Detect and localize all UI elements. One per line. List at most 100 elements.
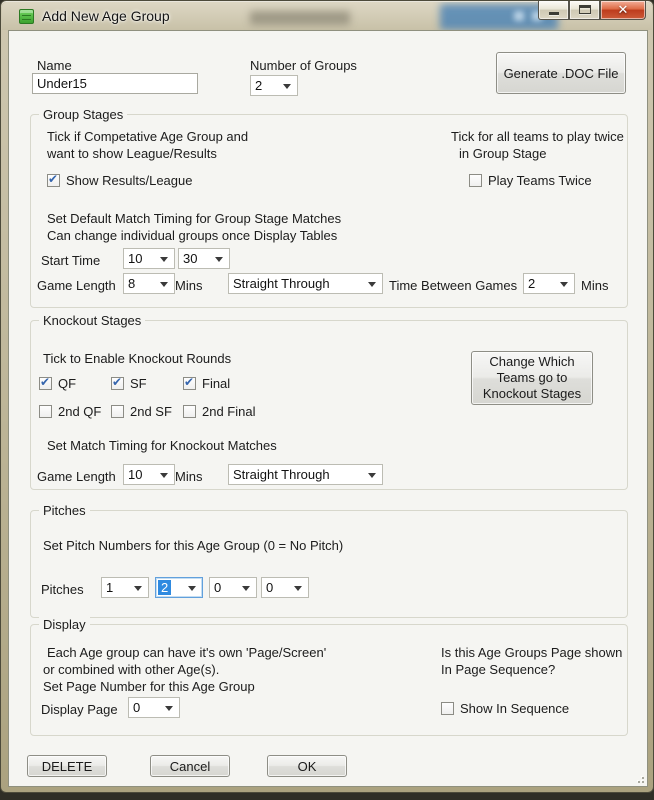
combo-value: Straight Through — [229, 276, 330, 291]
checkbox-label: Show In Sequence — [460, 701, 569, 716]
checkbox-label: Show Results/League — [66, 173, 192, 188]
combo-value: 8 — [124, 276, 135, 291]
display-hint-1: Each Age group can have it's own 'Page/S… — [47, 645, 326, 660]
combo-value: 10 — [124, 467, 142, 482]
display-right-hint-2: In Page Sequence? — [441, 662, 555, 677]
display-hint-3: Set Page Number for this Age Group — [43, 679, 255, 694]
mins-label: Mins — [581, 278, 608, 293]
knockout-enable-hint: Tick to Enable Knockout Rounds — [43, 351, 231, 366]
start-hour-select[interactable]: 10 — [123, 248, 175, 269]
mins-label: Mins — [175, 469, 202, 484]
group-stages-right-hint-1: Tick for all teams to play twice — [451, 129, 624, 144]
checkbox-label: SF — [130, 376, 147, 391]
group-play-mode-select[interactable]: Straight Through — [228, 273, 383, 294]
dropdown-arrow-icon — [165, 706, 173, 711]
checkbox-icon — [111, 377, 124, 390]
checkbox-icon — [183, 377, 196, 390]
combo-value: 1 — [102, 580, 113, 595]
knockout-play-mode-select[interactable]: Straight Through — [228, 464, 383, 485]
play-teams-twice-checkbox[interactable]: Play Teams Twice — [469, 173, 592, 188]
dropdown-arrow-icon — [368, 282, 376, 287]
group-stages-right-hint-2: in Group Stage — [459, 146, 546, 161]
delete-button[interactable]: DELETE — [27, 755, 107, 777]
group-game-length-select[interactable]: 8 — [123, 273, 175, 294]
checkbox-label: Play Teams Twice — [488, 173, 592, 188]
final-checkbox[interactable]: Final — [183, 376, 230, 391]
checkbox-icon — [183, 405, 196, 418]
group-stages-left-hint-1: Tick if Competative Age Group and — [47, 129, 248, 144]
ok-button[interactable]: OK — [267, 755, 347, 777]
show-results-checkbox[interactable]: Show Results/League — [47, 173, 192, 188]
app-icon — [19, 9, 34, 24]
game-length-label: Game Length — [37, 469, 116, 484]
checkbox-icon — [39, 377, 52, 390]
sf-checkbox[interactable]: SF — [111, 376, 147, 391]
checkbox-icon — [469, 174, 482, 187]
pitch-4-select[interactable]: 0 — [261, 577, 309, 598]
pitch-2-select[interactable]: 2 — [155, 577, 203, 598]
pitch-3-select[interactable]: 0 — [209, 577, 257, 598]
game-length-label: Game Length — [37, 278, 116, 293]
group-timing-hint-1: Set Default Match Timing for Group Stage… — [47, 211, 341, 226]
second-sf-checkbox[interactable]: 2nd SF — [111, 404, 172, 419]
name-input[interactable] — [32, 73, 198, 94]
background-window-blur — [250, 11, 350, 25]
dropdown-arrow-icon — [160, 282, 168, 287]
display-page-select[interactable]: 0 — [128, 697, 180, 718]
dialog-client-area: Name Number of Groups 2 Generate .DOC Fi… — [8, 30, 648, 787]
knockout-stages-title: Knockout Stages — [39, 313, 145, 328]
close-icon: ✕ — [601, 2, 645, 18]
dropdown-arrow-icon — [134, 586, 142, 591]
show-in-sequence-checkbox[interactable]: Show In Sequence — [441, 701, 569, 716]
dropdown-arrow-icon — [160, 473, 168, 478]
minimize-button[interactable] — [538, 1, 569, 20]
group-stages-title: Group Stages — [39, 107, 127, 122]
second-qf-checkbox[interactable]: 2nd QF — [39, 404, 101, 419]
background-tab-blur-detail — [514, 11, 524, 21]
checkbox-label: QF — [58, 376, 76, 391]
combo-value: 0 — [129, 700, 140, 715]
dropdown-arrow-icon — [368, 473, 376, 478]
display-title: Display — [39, 617, 90, 632]
pitch-1-select[interactable]: 1 — [101, 577, 149, 598]
change-knockout-teams-button[interactable]: Change Which Teams go to Knockout Stages — [471, 351, 593, 405]
checkbox-label: 2nd QF — [58, 404, 101, 419]
minimize-icon — [549, 12, 559, 15]
name-label: Name — [37, 58, 72, 73]
resize-grip[interactable] — [634, 773, 644, 783]
combo-value: 2 — [158, 580, 171, 595]
combo-value: 10 — [124, 251, 142, 266]
start-minute-select[interactable]: 30 — [178, 248, 230, 269]
combo-value: 2 — [251, 78, 262, 93]
number-of-groups-select[interactable]: 2 — [250, 75, 298, 96]
pitches-hint: Set Pitch Numbers for this Age Group (0 … — [43, 538, 343, 553]
qf-checkbox[interactable]: QF — [39, 376, 76, 391]
second-final-checkbox[interactable]: 2nd Final — [183, 404, 255, 419]
checkbox-label: Final — [202, 376, 230, 391]
dropdown-arrow-icon — [560, 282, 568, 287]
generate-doc-button[interactable]: Generate .DOC File — [496, 52, 626, 94]
mins-label: Mins — [175, 278, 202, 293]
checkbox-icon — [111, 405, 124, 418]
knockout-game-length-select[interactable]: 10 — [123, 464, 175, 485]
cancel-button[interactable]: Cancel — [150, 755, 230, 777]
dropdown-arrow-icon — [242, 586, 250, 591]
maximize-icon — [579, 5, 591, 14]
checkbox-icon — [39, 405, 52, 418]
combo-value: 0 — [262, 580, 273, 595]
dropdown-arrow-icon — [188, 586, 196, 591]
maximize-button[interactable] — [569, 1, 600, 20]
dropdown-arrow-icon — [215, 257, 223, 262]
dropdown-arrow-icon — [160, 257, 168, 262]
group-stages-groupbox: Group Stages Tick if Competative Age Gro… — [30, 114, 628, 308]
combo-value: Straight Through — [229, 467, 330, 482]
display-right-hint-1: Is this Age Groups Page shown — [441, 645, 622, 660]
dropdown-arrow-icon — [294, 586, 302, 591]
checkbox-label: 2nd Final — [202, 404, 255, 419]
time-between-games-select[interactable]: 2 — [523, 273, 575, 294]
close-button[interactable]: ✕ — [600, 1, 646, 20]
time-between-games-label: Time Between Games — [389, 278, 517, 293]
pitches-title: Pitches — [39, 503, 90, 518]
group-stages-left-hint-2: want to show League/Results — [47, 146, 217, 161]
checkbox-icon — [47, 174, 60, 187]
